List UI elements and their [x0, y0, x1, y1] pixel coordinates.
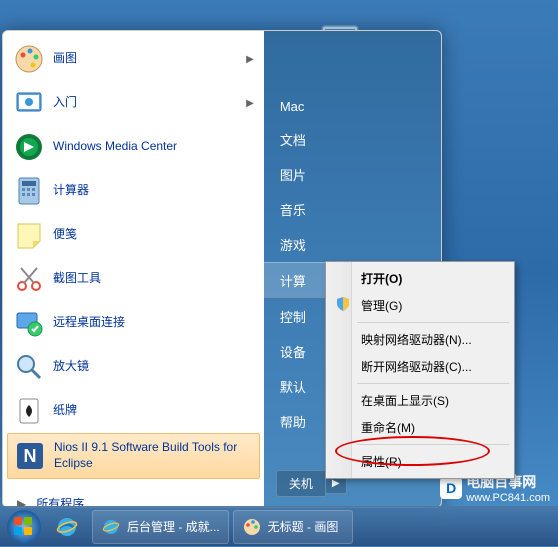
- task-button-browser[interactable]: 后台管理 - 成就...: [92, 510, 229, 544]
- program-item-calc[interactable]: 计算器: [7, 169, 260, 213]
- watermark-url: www.PC841.com: [466, 492, 550, 504]
- context-item-manage[interactable]: 管理(G): [329, 292, 511, 319]
- watermark-logo-icon: D: [440, 477, 462, 499]
- context-menu: 打开(O) 管理(G) 映射网络驱动器(N)... 断开网络驱动器(C)... …: [325, 261, 515, 479]
- sticky-icon: [13, 219, 45, 251]
- program-label: 远程桌面连接: [53, 315, 254, 331]
- nios-icon: N: [14, 440, 46, 472]
- ie-icon: [101, 517, 121, 537]
- context-item-open[interactable]: 打开(O): [329, 265, 511, 292]
- program-item-magnifier[interactable]: 放大镜: [7, 345, 260, 389]
- context-item-rename[interactable]: 重命名(M): [329, 414, 511, 441]
- program-item-rdp[interactable]: 远程桌面连接: [7, 301, 260, 345]
- right-item-games[interactable]: 游戏: [264, 227, 441, 262]
- context-item-show-desktop[interactable]: 在桌面上显示(S): [329, 387, 511, 414]
- task-button-paint[interactable]: 无标题 - 画图: [233, 510, 353, 544]
- program-label: Nios II 9.1 Software Build Tools for Ecl…: [54, 440, 253, 471]
- context-item-properties[interactable]: 属性(R): [329, 448, 511, 475]
- program-label: 放大镜: [53, 359, 254, 375]
- svg-text:N: N: [24, 446, 37, 466]
- all-programs[interactable]: ▶ 所有程序: [7, 487, 260, 508]
- program-label: 便笺: [53, 227, 254, 243]
- paint-icon: [13, 43, 45, 75]
- task-label: 无标题 - 画图: [268, 518, 339, 535]
- right-item-pictures[interactable]: 图片: [264, 157, 441, 192]
- context-divider: [357, 322, 509, 323]
- pinned-ie[interactable]: [44, 510, 90, 544]
- taskbar: 后台管理 - 成就... 无标题 - 画图: [0, 506, 558, 546]
- rdp-icon: [13, 307, 45, 339]
- shield-icon: [335, 296, 351, 312]
- start-menu-left-panel: 画图 ▶ 入门 ▶ Windows Media Center 计算器 便笺: [3, 31, 264, 507]
- program-label: 入门: [53, 95, 246, 111]
- start-button[interactable]: [4, 507, 44, 547]
- shutdown-button[interactable]: 关机: [276, 470, 326, 497]
- program-item-intro[interactable]: 入门 ▶: [7, 81, 260, 125]
- program-item-paint[interactable]: 画图 ▶: [7, 37, 260, 81]
- program-label: 纸牌: [53, 403, 254, 419]
- submenu-arrow-icon: ▶: [246, 98, 254, 109]
- snip-icon: [13, 263, 45, 295]
- program-item-snip[interactable]: 截图工具: [7, 257, 260, 301]
- program-item-sticky[interactable]: 便笺: [7, 213, 260, 257]
- program-list: 画图 ▶ 入门 ▶ Windows Media Center 计算器 便笺: [7, 37, 260, 479]
- program-label: 计算器: [53, 183, 254, 199]
- program-label: Windows Media Center: [53, 139, 254, 155]
- program-item-nios[interactable]: N Nios II 9.1 Software Build Tools for E…: [7, 433, 260, 479]
- calc-icon: [13, 175, 45, 207]
- solitaire-icon: [13, 395, 45, 427]
- context-divider: [357, 383, 509, 384]
- magnifier-icon: [13, 351, 45, 383]
- task-label: 后台管理 - 成就...: [127, 518, 220, 535]
- context-divider: [357, 444, 509, 445]
- program-item-solitaire[interactable]: 纸牌: [7, 389, 260, 433]
- intro-icon: [13, 87, 45, 119]
- right-item-documents[interactable]: 文档: [264, 122, 441, 157]
- right-item-mac[interactable]: Mac: [264, 91, 441, 122]
- context-item-disconnect-drive[interactable]: 断开网络驱动器(C)...: [329, 353, 511, 380]
- context-item-map-drive[interactable]: 映射网络驱动器(N)...: [329, 326, 511, 353]
- program-item-wmc[interactable]: Windows Media Center: [7, 125, 260, 169]
- submenu-arrow-icon: ▶: [246, 54, 254, 65]
- right-item-music[interactable]: 音乐: [264, 192, 441, 227]
- wmc-icon: [13, 131, 45, 163]
- program-label: 画图: [53, 51, 246, 67]
- paint-icon: [242, 517, 262, 537]
- program-label: 截图工具: [53, 271, 254, 287]
